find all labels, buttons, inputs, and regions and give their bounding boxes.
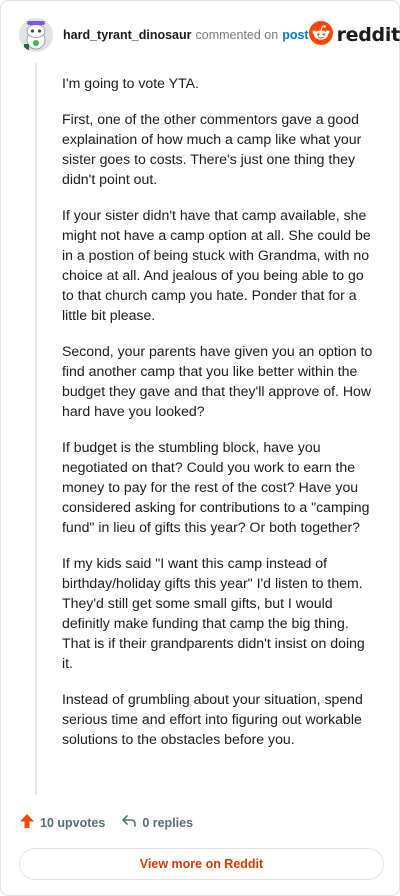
comment-header: hard_tyrant_dinosaur commented on post r… — [19, 15, 400, 55]
view-more-button[interactable]: View more on Reddit — [19, 848, 384, 880]
upvote-button[interactable]: 10 upvotes — [19, 813, 105, 832]
comment-byline: hard_tyrant_dinosaur commented on post — [63, 28, 309, 42]
comment-paragraph: If your sister didn't have that camp ava… — [62, 207, 371, 323]
username-link[interactable]: hard_tyrant_dinosaur — [63, 28, 192, 42]
commented-on-text: commented on — [195, 28, 279, 42]
reddit-wordmark: reddit — [336, 24, 400, 46]
thread-line[interactable] — [35, 63, 37, 795]
reply-count: 0 replies — [142, 815, 194, 830]
post-link[interactable]: post — [282, 28, 308, 42]
comment-paragraph: If budget is the stumbling block, have y… — [62, 439, 370, 535]
reply-arrow-icon — [121, 813, 137, 832]
snoo-avatar-icon[interactable] — [19, 18, 53, 52]
reply-button[interactable]: 0 replies — [121, 813, 193, 832]
comment-paragraph: First, one of the other commentors gave … — [62, 111, 362, 187]
upvote-arrow-icon — [19, 813, 35, 832]
comment-card: hard_tyrant_dinosaur commented on post r… — [0, 0, 400, 896]
comment-body: I'm going to vote YTA. First, one of the… — [62, 73, 376, 765]
comment-paragraph: Second, your parents have given you an o… — [62, 343, 373, 419]
comment-paragraph: I'm going to vote YTA. — [62, 75, 199, 91]
reddit-brand[interactable]: reddit — [308, 20, 400, 50]
reddit-logo-icon — [308, 20, 333, 50]
upvote-count: 10 upvotes — [40, 815, 106, 830]
comment-paragraph: If my kids said "I want this camp instea… — [62, 555, 365, 671]
comment-actions: 10 upvotes 0 replies — [19, 813, 193, 832]
comment-paragraph: Instead of grumbling about your situatio… — [62, 691, 363, 747]
